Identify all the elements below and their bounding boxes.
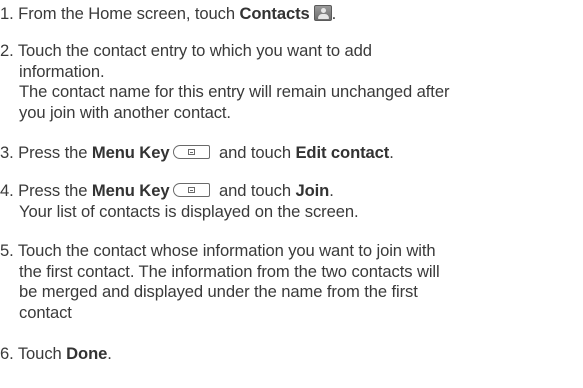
step-3: 3. Press the Menu Key and touch Edit con… (0, 143, 583, 164)
step-5-line-4: contact (19, 302, 72, 322)
step-text: Press the (18, 143, 92, 162)
menu-key-icon (173, 183, 211, 197)
step-number: 6. (0, 344, 14, 363)
menu-key-label: Menu Key (91, 181, 170, 200)
step-2: 2. Touch the contact entry to which you … (0, 41, 583, 123)
step-5-line-2: the first contact. The information from … (19, 261, 440, 281)
step-text: Touch the contact whose information you … (17, 241, 436, 260)
step-5: 5. Touch the contact whose information y… (0, 241, 583, 323)
period: . (107, 344, 112, 363)
period: . (389, 143, 394, 162)
step-text: From the Home screen, touch (18, 4, 240, 23)
step-1-line-1: 1. From the Home screen, touch Contacts. (0, 4, 337, 23)
step-text: and touch (214, 143, 296, 162)
step-2-line-3: The contact name for this entry will rem… (19, 82, 450, 101)
step-number: 5. (0, 241, 14, 260)
menu-key-icon (173, 145, 211, 159)
step-number: 2. (0, 41, 14, 60)
step-text: Touch the contact entry to which you wan… (17, 41, 372, 60)
step-4-line-1: 4. Press the Menu Key and touch Join. (0, 181, 583, 202)
step-text: Press the (18, 181, 92, 200)
done-label: Done (66, 344, 108, 363)
step-3-line-1: 3. Press the Menu Key and touch Edit con… (0, 143, 583, 164)
contacts-label: Contacts (239, 4, 310, 23)
contacts-icon (313, 5, 332, 21)
join-label: Join (295, 181, 330, 200)
edit-contact-label: Edit contact (295, 143, 390, 162)
instruction-page: 1. From the Home screen, touch Contacts.… (0, 0, 583, 388)
step-4: 4. Press the Menu Key and touch Join. Yo… (0, 181, 583, 222)
menu-key-label: Menu Key (91, 143, 170, 162)
step-2-line-1: 2. Touch the contact entry to which you … (0, 41, 583, 62)
step-text: Touch (17, 344, 67, 363)
step-2-line-2: information. (19, 61, 105, 81)
period: . (329, 181, 334, 200)
step-2-line-4: you join with another contact. (19, 102, 231, 122)
step-number: 4. (0, 181, 14, 200)
step-text: and touch (214, 181, 296, 200)
step-number: 3. (0, 143, 14, 162)
step-6: 6. Touch Done. (0, 344, 583, 365)
step-5-line-1: 5. Touch the contact whose information y… (0, 241, 583, 262)
step-5-line-3: be merged and displayed under the name f… (19, 282, 418, 301)
step-number: 1. (0, 4, 14, 23)
step-1: 1. From the Home screen, touch Contacts. (0, 4, 583, 25)
step-4-line-2: Your list of contacts is displayed on th… (19, 201, 359, 221)
step-6-line-1: 6. Touch Done. (0, 344, 583, 365)
